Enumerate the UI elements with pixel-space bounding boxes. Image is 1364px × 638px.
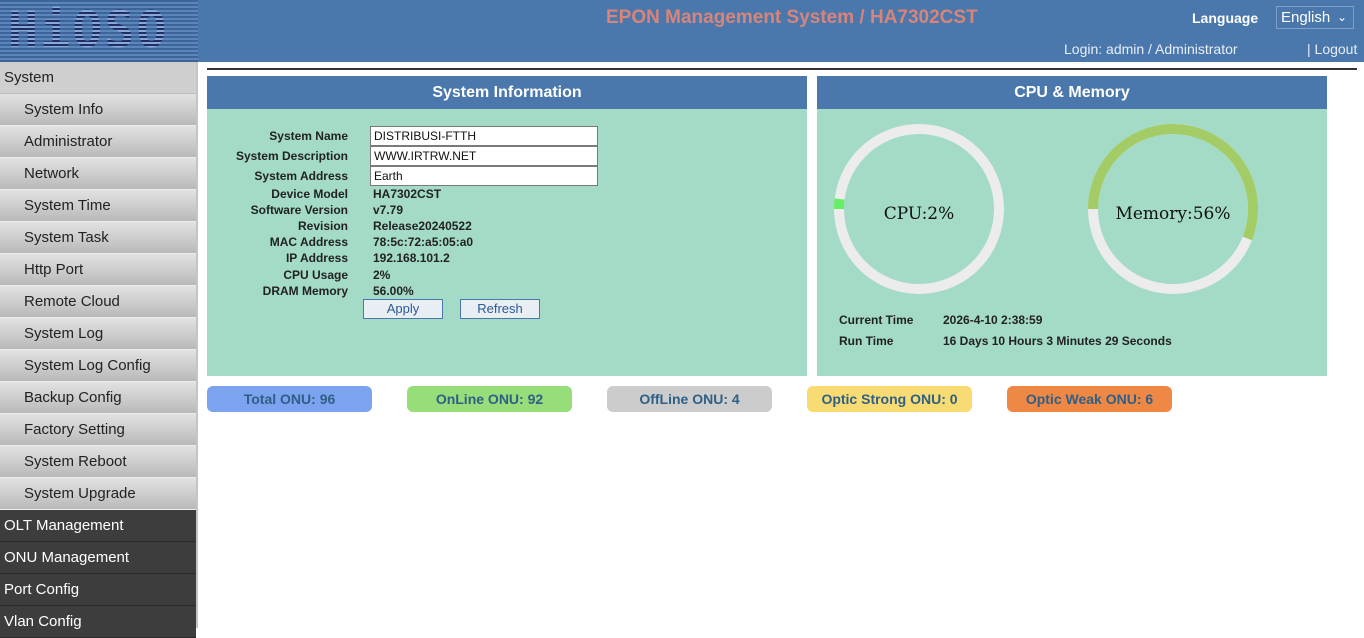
cpu-gauge: CPU:2% bbox=[834, 124, 1004, 294]
optic-weak-onu-badge[interactable]: Optic Weak ONU: 6 bbox=[1007, 386, 1172, 412]
revision-value: Release20240522 bbox=[373, 219, 472, 233]
sidebar-item-port-config[interactable]: Port Config bbox=[0, 574, 196, 606]
sidebar-item-system-info[interactable]: System Info bbox=[0, 94, 196, 126]
refresh-button[interactable]: Refresh bbox=[460, 299, 540, 319]
cpu-gauge-arc bbox=[834, 198, 845, 210]
device-model-label: Device Model bbox=[271, 187, 348, 201]
system-information-title: System Information bbox=[207, 76, 807, 109]
sidebar-item-olt-management[interactable]: OLT Management bbox=[0, 510, 196, 542]
current-time-label: Current Time bbox=[839, 313, 914, 327]
ip-address-value: 192.168.101.2 bbox=[373, 251, 450, 265]
sidebar-item-backup-config[interactable]: Backup Config bbox=[0, 382, 196, 414]
header-bar: HiOSO EPON Management System / HA7302CST… bbox=[0, 0, 1364, 62]
device-model-value: HA7302CST bbox=[373, 187, 442, 201]
dram-memory-value: 56.00% bbox=[373, 284, 414, 298]
system-description-input[interactable] bbox=[370, 146, 598, 166]
cpu-memory-title: CPU & Memory bbox=[817, 76, 1327, 109]
dram-memory-label: DRAM Memory bbox=[262, 284, 348, 298]
cpu-usage-label: CPU Usage bbox=[283, 268, 348, 282]
sidebar: System System Info Administrator Network… bbox=[0, 62, 198, 638]
online-onu-badge[interactable]: OnLine ONU: 92 bbox=[407, 386, 572, 412]
sidebar-item-system-upgrade[interactable]: System Upgrade bbox=[0, 478, 196, 510]
sidebar-item-vlan-config[interactable]: Vlan Config bbox=[0, 606, 196, 638]
memory-gauge-label: Memory:56% bbox=[1115, 204, 1230, 224]
cpu-gauge-label: CPU:2% bbox=[884, 204, 955, 224]
offline-onu-badge[interactable]: OffLine ONU: 4 bbox=[607, 386, 772, 412]
sidebar-item-onu-management[interactable]: ONU Management bbox=[0, 542, 196, 574]
apply-button[interactable]: Apply bbox=[363, 299, 443, 319]
total-onu-badge[interactable]: Total ONU: 96 bbox=[207, 386, 372, 412]
logo-text: HiOSO bbox=[8, 1, 169, 59]
system-address-input[interactable] bbox=[370, 166, 598, 186]
mac-address-label: MAC Address bbox=[269, 235, 348, 249]
sidebar-item-system-log-config[interactable]: System Log Config bbox=[0, 350, 196, 382]
cpu-usage-value: 2% bbox=[373, 268, 391, 282]
ip-address-label: IP Address bbox=[285, 251, 348, 265]
brand-logo: HiOSO bbox=[0, 0, 198, 62]
run-time-label: Run Time bbox=[839, 334, 894, 348]
system-name-label: System Name bbox=[269, 129, 348, 143]
optic-strong-onu-badge[interactable]: Optic Strong ONU: 0 bbox=[807, 386, 972, 412]
language-label: Language bbox=[1192, 10, 1259, 26]
sidebar-item-factory-setting[interactable]: Factory Setting bbox=[0, 414, 196, 446]
sidebar-item-system-log[interactable]: System Log bbox=[0, 318, 196, 350]
system-name-input[interactable] bbox=[370, 126, 598, 146]
sidebar-item-system-reboot[interactable]: System Reboot bbox=[0, 446, 196, 478]
system-description-label: System Description bbox=[235, 149, 348, 163]
mac-address-value: 78:5c:72:a5:05:a0 bbox=[373, 235, 474, 249]
sidebar-item-system[interactable]: System bbox=[0, 62, 196, 94]
system-address-label: System Address bbox=[254, 169, 348, 183]
logout-link[interactable]: | Logout bbox=[1307, 41, 1357, 57]
app-title: EPON Management System / HA7302CST bbox=[606, 7, 978, 28]
chevron-down-icon: ⌄ bbox=[1336, 10, 1347, 24]
language-select-value: English bbox=[1281, 9, 1331, 26]
run-time-value: 16 Days 10 Hours 3 Minutes 29 Seconds bbox=[943, 334, 1172, 348]
software-version-label: Software Version bbox=[250, 203, 348, 217]
language-select[interactable]: English ⌄ bbox=[1276, 6, 1354, 29]
divider bbox=[207, 68, 1357, 70]
current-time-value: 2026-4-10 2:38:59 bbox=[943, 313, 1043, 327]
memory-gauge: Memory:56% bbox=[1088, 124, 1258, 294]
software-version-value: v7.79 bbox=[373, 203, 404, 217]
revision-label: Revision bbox=[297, 219, 348, 233]
login-info: Login: admin / Administrator bbox=[1064, 41, 1238, 57]
